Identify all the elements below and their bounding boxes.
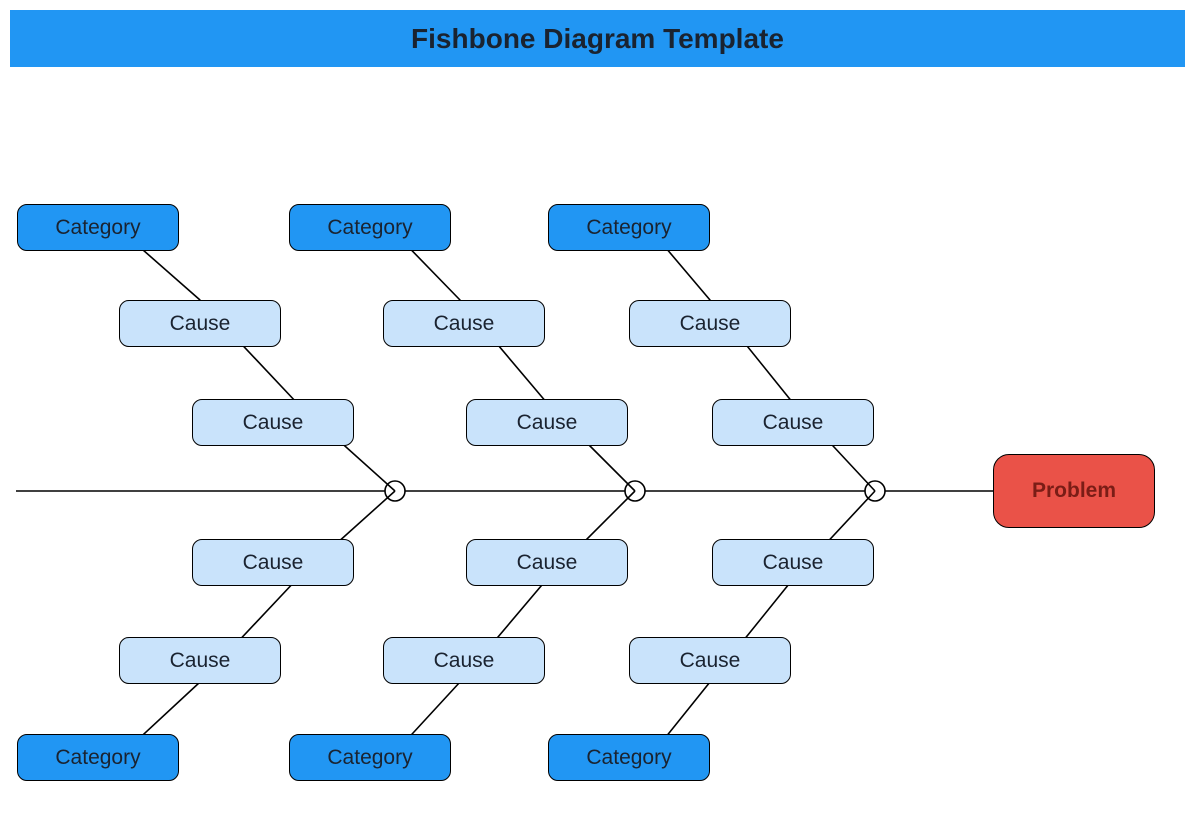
- cause-bot-2-1: Cause: [466, 539, 628, 586]
- cause-top-3-2: Cause: [712, 399, 874, 446]
- cause-top-2-2: Cause: [466, 399, 628, 446]
- fishbone-diagram: Problem Category Category Category Cause…: [0, 80, 1200, 830]
- page-title: Fishbone Diagram Template: [411, 23, 784, 55]
- problem-label: Problem: [1032, 479, 1116, 503]
- category-bot-1: Category: [17, 734, 179, 781]
- cause-top-1-1: Cause: [119, 300, 281, 347]
- category-top-1: Category: [17, 204, 179, 251]
- cause-bot-1-2: Cause: [119, 637, 281, 684]
- problem-box: Problem: [993, 454, 1155, 528]
- cause-bot-1-1: Cause: [192, 539, 354, 586]
- cause-top-3-1: Cause: [629, 300, 791, 347]
- header-bar: Fishbone Diagram Template: [10, 10, 1185, 67]
- category-bot-2: Category: [289, 734, 451, 781]
- cause-top-1-2: Cause: [192, 399, 354, 446]
- category-top-3: Category: [548, 204, 710, 251]
- category-bot-3: Category: [548, 734, 710, 781]
- cause-bot-3-1: Cause: [712, 539, 874, 586]
- cause-bot-3-2: Cause: [629, 637, 791, 684]
- category-top-2: Category: [289, 204, 451, 251]
- cause-bot-2-2: Cause: [383, 637, 545, 684]
- cause-top-2-1: Cause: [383, 300, 545, 347]
